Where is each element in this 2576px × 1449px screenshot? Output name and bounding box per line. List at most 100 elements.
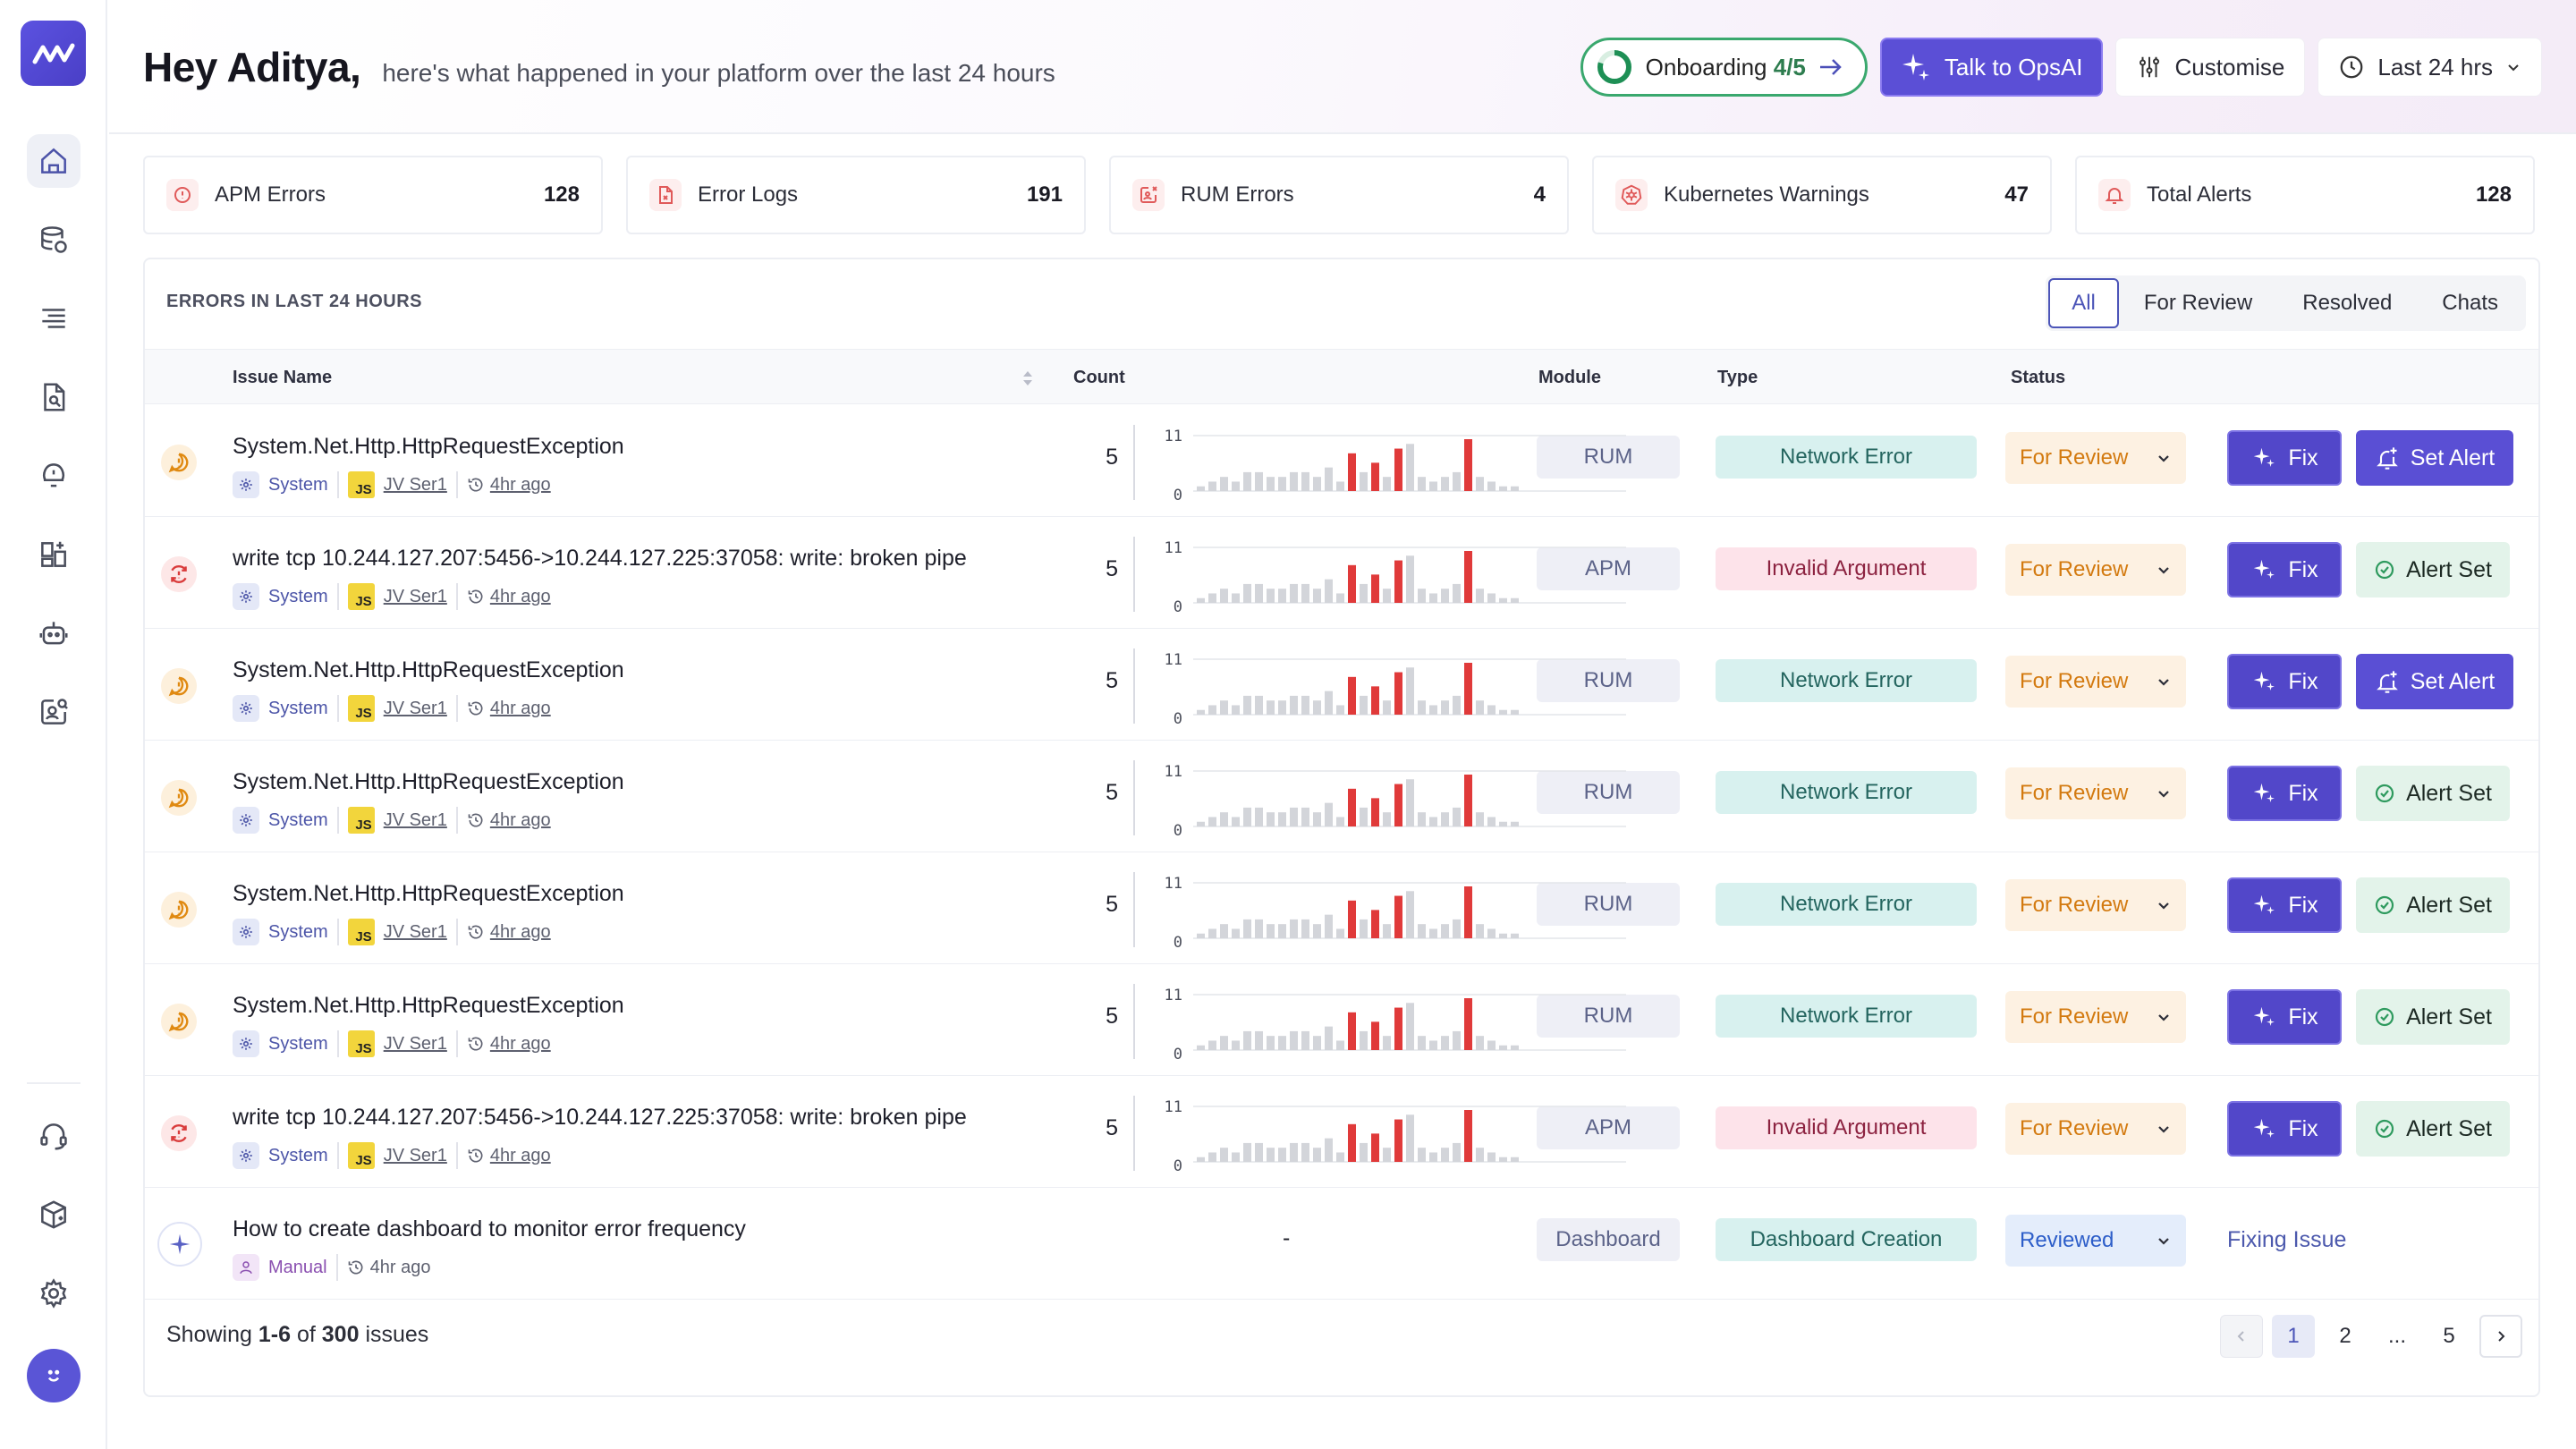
summary-cards: APM Errors 128 Error Logs 191 RUM Errors…	[143, 156, 2535, 234]
alert-set-button[interactable]: Alert Set	[2356, 989, 2510, 1045]
sparkline-bar	[1394, 1007, 1402, 1050]
issue-title[interactable]: write tcp 10.244.127.207:5456->10.244.12…	[233, 546, 967, 572]
sparkle-icon	[2254, 894, 2275, 914]
page-1[interactable]: 1	[2272, 1315, 2315, 1358]
alert-set-button[interactable]: Alert Set	[2356, 542, 2510, 597]
service-link[interactable]: JV Ser1	[384, 810, 447, 831]
fix-label: Fix	[2288, 892, 2318, 918]
alert-set-button[interactable]: Alert Set	[2356, 766, 2510, 821]
user-avatar[interactable]	[27, 1349, 80, 1402]
service-link[interactable]: JV Ser1	[384, 922, 447, 943]
customise-button[interactable]: Customise	[2114, 38, 2306, 97]
nav-bot[interactable]	[27, 606, 80, 660]
card-apm-errors[interactable]: APM Errors 128	[143, 156, 603, 234]
set-alert-button[interactable]: Set Alert	[2356, 430, 2513, 486]
sparkline-bar	[1290, 583, 1298, 603]
fixing-issue-link[interactable]: Fixing Issue	[2227, 1227, 2346, 1253]
service-link[interactable]: JV Ser1	[384, 475, 447, 496]
table-row[interactable]: write tcp 10.244.127.207:5456->10.244.12…	[145, 517, 2538, 629]
type-badge: Network Error	[1716, 771, 1977, 814]
service-link[interactable]: JV Ser1	[384, 587, 447, 607]
sort-icon[interactable]	[1021, 369, 1034, 387]
service-link[interactable]: JV Ser1	[384, 1146, 447, 1166]
status-dropdown[interactable]: For Review	[2005, 544, 2186, 596]
service-link[interactable]: JV Ser1	[384, 699, 447, 719]
nav-settings[interactable]	[27, 1267, 80, 1320]
issue-time: 4hr ago	[467, 699, 551, 719]
set-alert-button[interactable]: Set Alert	[2356, 654, 2513, 709]
page-5[interactable]: 5	[2428, 1315, 2470, 1358]
nav-logs[interactable]	[27, 292, 80, 345]
card-total-alerts[interactable]: Total Alerts 128	[2075, 156, 2535, 234]
nav-support[interactable]	[27, 1109, 80, 1163]
nav-user-search[interactable]	[27, 685, 80, 739]
nav-file-search[interactable]	[27, 370, 80, 424]
sparkline-bar	[1208, 1152, 1216, 1162]
fix-button[interactable]: Fix	[2227, 989, 2342, 1045]
issue-title[interactable]: System.Net.Http.HttpRequestException	[233, 993, 624, 1019]
nav-dashboards[interactable]	[27, 528, 80, 581]
table-row[interactable]: System.Net.Http.HttpRequestException Syst…	[145, 741, 2538, 852]
nav-database[interactable]	[27, 213, 80, 267]
filter-all[interactable]: All	[2048, 278, 2119, 328]
filter-for-review[interactable]: For Review	[2119, 278, 2277, 328]
status-dropdown[interactable]: Reviewed	[2005, 1215, 2186, 1267]
status-dropdown[interactable]: For Review	[2005, 656, 2186, 708]
page-2[interactable]: 2	[2324, 1315, 2367, 1358]
status-dropdown[interactable]: For Review	[2005, 879, 2186, 931]
next-page-button[interactable]	[2479, 1315, 2522, 1358]
status-dropdown[interactable]: For Review	[2005, 991, 2186, 1043]
table-row-chat[interactable]: How to create dashboard to monitor error…	[145, 1188, 2538, 1300]
table-row[interactable]: System.Net.Http.HttpRequestException Syst…	[145, 964, 2538, 1076]
nav-home[interactable]	[27, 134, 80, 188]
sparkline-bar	[1371, 686, 1379, 715]
status-dropdown[interactable]: For Review	[2005, 767, 2186, 819]
fix-button[interactable]: Fix	[2227, 654, 2342, 709]
status-label: For Review	[2020, 669, 2129, 693]
talk-to-opsai-button[interactable]: Talk to OpsAI	[1879, 38, 2103, 97]
prev-page-button[interactable]	[2220, 1315, 2263, 1358]
issue-title[interactable]: System.Net.Http.HttpRequestException	[233, 434, 624, 460]
status-dropdown[interactable]: For Review	[2005, 432, 2186, 484]
table-row[interactable]: System.Net.Http.HttpRequestException Syst…	[145, 852, 2538, 964]
sparkline-bar	[1476, 700, 1484, 715]
nav-alerts[interactable]	[27, 449, 80, 503]
app-logo[interactable]	[21, 21, 86, 86]
alert-set-button[interactable]: Alert Set	[2356, 877, 2510, 933]
issue-title[interactable]: System.Net.Http.HttpRequestException	[233, 769, 624, 795]
time-range-select[interactable]: Last 24 hrs	[2318, 38, 2542, 97]
sparkline-bar	[1429, 481, 1437, 491]
dashboard-add-icon	[41, 541, 66, 567]
table-row[interactable]: write tcp 10.244.127.207:5456->10.244.12…	[145, 1076, 2538, 1188]
filter-chats[interactable]: Chats	[2417, 278, 2523, 328]
table-row[interactable]: System.Net.Http.HttpRequestException Syst…	[145, 405, 2538, 517]
fix-button[interactable]: Fix	[2227, 877, 2342, 933]
fix-button[interactable]: Fix	[2227, 542, 2342, 597]
sparkline-bar	[1429, 1040, 1437, 1050]
status-dropdown[interactable]: For Review	[2005, 1103, 2186, 1155]
issue-title[interactable]: write tcp 10.244.127.207:5456->10.244.12…	[233, 1105, 967, 1131]
card-kubernetes-warnings[interactable]: Kubernetes Warnings 47	[1592, 156, 2052, 234]
issue-title[interactable]: How to create dashboard to monitor error…	[233, 1216, 746, 1242]
top-actions: Onboarding 4/5 Talk to OpsAI Customise L…	[1580, 38, 2542, 97]
alert-set-button[interactable]: Alert Set	[2356, 1101, 2510, 1157]
fix-button[interactable]: Fix	[2227, 766, 2342, 821]
issue-title[interactable]: System.Net.Http.HttpRequestException	[233, 657, 624, 683]
chevron-right-icon	[2498, 1331, 2505, 1342]
issue-title[interactable]: System.Net.Http.HttpRequestException	[233, 881, 624, 907]
fix-button[interactable]: Fix	[2227, 430, 2342, 486]
sparkline-bar	[1313, 924, 1321, 938]
card-error-logs[interactable]: Error Logs 191	[626, 156, 1086, 234]
service-link[interactable]: JV Ser1	[384, 1034, 447, 1055]
onboarding-button[interactable]: Onboarding 4/5	[1580, 38, 1868, 97]
sparkline-bar	[1267, 924, 1275, 938]
filter-resolved[interactable]: Resolved	[2277, 278, 2417, 328]
sparkline-bar	[1418, 700, 1426, 715]
nav-packages[interactable]	[27, 1188, 80, 1241]
col-issue-name[interactable]: Issue Name	[233, 368, 332, 388]
type-badge: Invalid Argument	[1716, 1106, 1977, 1149]
table-row[interactable]: System.Net.Http.HttpRequestException Syst…	[145, 629, 2538, 741]
fix-button[interactable]: Fix	[2227, 1101, 2342, 1157]
card-rum-errors[interactable]: RUM Errors 4	[1109, 156, 1569, 234]
sparkline-bar	[1232, 1040, 1240, 1050]
